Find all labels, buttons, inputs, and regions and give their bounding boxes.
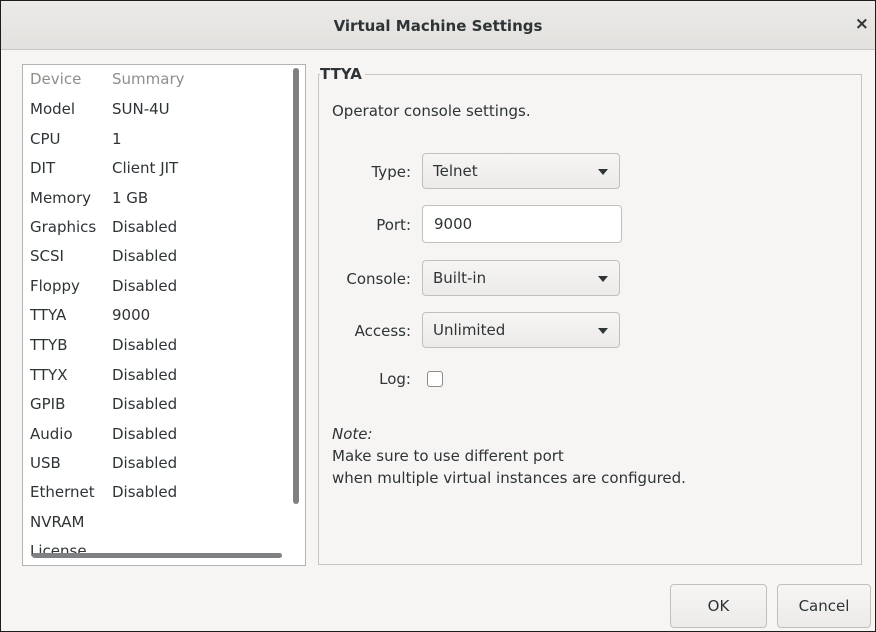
device-name: TTYX bbox=[30, 366, 68, 384]
device-row-ttyx[interactable]: TTYX Disabled bbox=[23, 361, 287, 389]
settings-group-title: TTYA bbox=[320, 65, 365, 83]
dialog-title: Virtual Machine Settings bbox=[333, 17, 543, 35]
device-row-graphics[interactable]: Graphics Disabled bbox=[23, 213, 287, 241]
device-name: CPU bbox=[30, 130, 61, 148]
cancel-button[interactable]: Cancel bbox=[777, 584, 871, 628]
device-summary: 1 GB bbox=[112, 189, 149, 207]
type-label: Type: bbox=[371, 163, 411, 181]
device-summary: Client JIT bbox=[112, 159, 179, 177]
vertical-scrollbar[interactable] bbox=[293, 68, 299, 504]
device-name: TTYB bbox=[30, 336, 68, 354]
device-summary: Disabled bbox=[112, 277, 178, 295]
device-summary: Disabled bbox=[112, 425, 178, 443]
port-input[interactable]: 9000 bbox=[422, 205, 622, 243]
title-bar: Virtual Machine Settings × bbox=[1, 1, 875, 50]
port-value: 9000 bbox=[434, 215, 473, 233]
type-value: Telnet bbox=[433, 162, 478, 180]
device-summary: 1 bbox=[112, 130, 122, 148]
log-label: Log: bbox=[379, 370, 411, 388]
device-row-audio[interactable]: Audio Disabled bbox=[23, 420, 287, 448]
note-line-1: Make sure to use different port bbox=[332, 447, 564, 465]
device-name: USB bbox=[30, 454, 61, 472]
device-row-model[interactable]: Model SUN-4U bbox=[23, 95, 287, 123]
device-row-ttyb[interactable]: TTYB Disabled bbox=[23, 331, 287, 359]
device-column-header[interactable]: Device bbox=[30, 65, 81, 93]
device-summary: Disabled bbox=[112, 483, 178, 501]
console-label: Console: bbox=[346, 270, 411, 288]
device-row-memory[interactable]: Memory 1 GB bbox=[23, 184, 287, 212]
device-summary: Disabled bbox=[112, 366, 178, 384]
chevron-down-icon bbox=[598, 169, 608, 175]
device-list-header: Device Summary bbox=[23, 65, 287, 93]
device-summary: Disabled bbox=[112, 395, 178, 413]
chevron-down-icon bbox=[598, 328, 608, 334]
type-dropdown[interactable]: Telnet bbox=[422, 153, 620, 189]
access-label: Access: bbox=[354, 322, 411, 340]
device-summary: Disabled bbox=[112, 454, 178, 472]
device-name: SCSI bbox=[30, 247, 64, 265]
device-row-nvram[interactable]: NVRAM bbox=[23, 508, 287, 536]
device-row-scsi[interactable]: SCSI Disabled bbox=[23, 242, 287, 270]
device-name: Audio bbox=[30, 425, 73, 443]
device-summary: 9000 bbox=[112, 306, 151, 324]
console-dropdown[interactable]: Built-in bbox=[422, 260, 620, 296]
device-name: Memory bbox=[30, 189, 92, 207]
close-icon[interactable]: × bbox=[855, 14, 869, 34]
device-row-gpib[interactable]: GPIB Disabled bbox=[23, 390, 287, 418]
log-checkbox[interactable] bbox=[427, 371, 443, 387]
device-name: TTYA bbox=[30, 306, 67, 324]
settings-intro: Operator console settings. bbox=[332, 102, 531, 120]
device-summary: Disabled bbox=[112, 218, 178, 236]
summary-column-header[interactable]: Summary bbox=[112, 65, 185, 93]
device-row-cpu[interactable]: CPU 1 bbox=[23, 125, 287, 153]
access-value: Unlimited bbox=[433, 321, 506, 339]
settings-dialog: Virtual Machine Settings × Device Summar… bbox=[0, 0, 876, 632]
chevron-down-icon bbox=[598, 276, 608, 282]
device-summary: Disabled bbox=[112, 247, 178, 265]
access-dropdown[interactable]: Unlimited bbox=[422, 312, 620, 348]
device-row-dit[interactable]: DIT Client JIT bbox=[23, 154, 287, 182]
device-row-license[interactable]: License bbox=[23, 537, 287, 565]
device-name: Model bbox=[30, 100, 76, 118]
horizontal-scrollbar[interactable] bbox=[32, 553, 282, 558]
device-row-floppy[interactable]: Floppy Disabled bbox=[23, 272, 287, 300]
device-name: Ethernet bbox=[30, 483, 95, 501]
device-name: Graphics bbox=[30, 218, 97, 236]
ok-button[interactable]: OK bbox=[670, 584, 767, 628]
device-name: License bbox=[30, 542, 87, 560]
device-summary: SUN-4U bbox=[112, 100, 170, 118]
device-list[interactable]: Device Summary Model SUN-4U CPU 1 DIT Clien… bbox=[22, 64, 306, 566]
device-name: DIT bbox=[30, 159, 56, 177]
note-line-2: when multiple virtual instances are conf… bbox=[332, 469, 686, 487]
device-name: NVRAM bbox=[30, 513, 85, 531]
device-summary: Disabled bbox=[112, 336, 178, 354]
device-row-ttya[interactable]: TTYA 9000 bbox=[23, 301, 287, 329]
device-name: Floppy bbox=[30, 277, 80, 295]
note-label: Note: bbox=[332, 425, 373, 443]
device-row-ethernet[interactable]: Ethernet Disabled bbox=[23, 478, 287, 506]
console-value: Built-in bbox=[433, 269, 487, 287]
device-name: GPIB bbox=[30, 395, 66, 413]
port-label: Port: bbox=[376, 216, 411, 234]
device-row-usb[interactable]: USB Disabled bbox=[23, 449, 287, 477]
